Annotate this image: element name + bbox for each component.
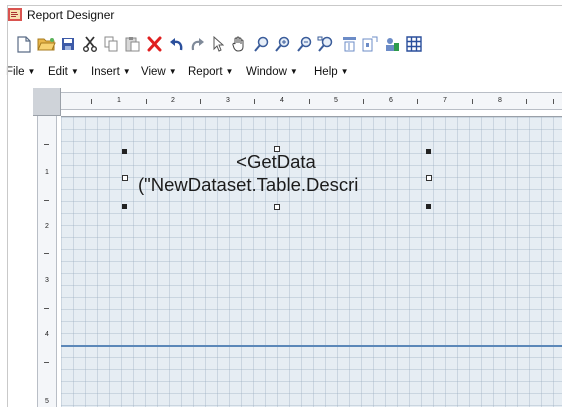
window-title: Report Designer	[27, 8, 115, 22]
ruler-h-label: 2	[171, 97, 175, 104]
resize-handle[interactable]	[274, 204, 280, 210]
redo-button[interactable]	[187, 34, 207, 54]
pan-button[interactable]	[229, 34, 249, 54]
ruler-v-label: 2	[45, 223, 49, 230]
open-button[interactable]	[36, 34, 56, 54]
grid-icon	[406, 36, 422, 52]
menu-insert[interactable]: Insert ▼	[91, 66, 131, 78]
chevron-down-icon: ▼	[70, 67, 79, 76]
zoom-fit-icon	[317, 36, 333, 52]
zoom-in-icon	[274, 36, 289, 52]
menu-window[interactable]: Window ▼	[246, 66, 298, 78]
pointer-button[interactable]	[208, 34, 228, 54]
redo-icon	[191, 38, 204, 51]
ruler-h-label: 7	[443, 97, 447, 104]
new-icon	[17, 35, 31, 53]
size-icon	[362, 36, 378, 52]
pointer-icon	[213, 36, 224, 52]
menu-file-label: File	[6, 66, 25, 78]
ruler-v-label: 5	[45, 398, 49, 405]
vertical-ruler: 1 2 3 4 5	[33, 116, 61, 407]
resize-handle[interactable]	[274, 146, 280, 152]
chevron-down-icon: ▼	[122, 67, 131, 76]
zoom-button[interactable]	[251, 34, 271, 54]
ruler-h-label: 3	[226, 97, 230, 104]
zoom-icon	[253, 36, 268, 52]
size-button[interactable]	[360, 34, 380, 54]
toolbar	[0, 30, 562, 60]
zoom-in-button[interactable]	[272, 34, 292, 54]
align-button[interactable]	[339, 34, 359, 54]
grid-button[interactable]	[404, 34, 424, 54]
open-folder-icon	[36, 38, 56, 51]
copy-button[interactable]	[101, 34, 121, 54]
resize-handle[interactable]	[122, 175, 128, 181]
menu-insert-label: Insert	[91, 66, 120, 78]
zoom-out-button[interactable]	[294, 34, 314, 54]
zoom-fit-button[interactable]	[315, 34, 335, 54]
menu-view-label: View	[141, 66, 166, 78]
menu-help[interactable]: Help ▼	[314, 66, 349, 78]
zoom-out-icon	[296, 36, 311, 52]
report-design-surface: 1 2 3 4 5 6 7 8 1 2 3 4 5 <GetData ("New…	[33, 88, 562, 407]
menu-view[interactable]: View ▼	[141, 66, 177, 78]
ruler-v-label: 1	[45, 169, 49, 176]
ruler-v-label: 3	[45, 277, 49, 284]
resize-handle[interactable]	[426, 149, 431, 154]
menu-window-label: Window	[246, 66, 287, 78]
undo-button[interactable]	[166, 34, 186, 54]
selected-textbox[interactable]: <GetData ("NewDataset.Table.Descri	[122, 146, 432, 210]
cut-button[interactable]	[80, 34, 100, 54]
ruler-v-label: 4	[45, 331, 49, 338]
menu-report-label: Report	[188, 66, 223, 78]
properties-button[interactable]	[382, 34, 402, 54]
menu-help-label: Help	[314, 66, 338, 78]
ruler-h-label: 4	[280, 97, 284, 104]
resize-handle[interactable]	[122, 204, 127, 209]
resize-handle[interactable]	[426, 204, 431, 209]
delete-icon	[147, 36, 161, 52]
app-icon	[8, 8, 22, 21]
properties-icon	[386, 38, 399, 51]
undo-icon	[169, 38, 182, 51]
chevron-down-icon: ▼	[168, 67, 177, 76]
ruler-corner	[33, 88, 61, 116]
chevron-down-icon: ▼	[27, 67, 36, 76]
menu-file[interactable]: File ▼	[6, 66, 35, 78]
pan-hand-icon	[232, 36, 244, 52]
chevron-down-icon: ▼	[225, 67, 234, 76]
save-icon	[62, 38, 74, 50]
horizontal-ruler: 1 2 3 4 5 6 7 8	[61, 88, 562, 116]
resize-handle[interactable]	[426, 175, 432, 181]
report-designer-window: Report Designer File ▼ Edit ▼ Insert ▼ V…	[0, 0, 562, 407]
save-button[interactable]	[58, 34, 78, 54]
ruler-h-label: 5	[334, 97, 338, 104]
menu-edit[interactable]: Edit ▼	[48, 66, 79, 78]
textbox-expression-line1: <GetData	[236, 151, 316, 172]
report-body-canvas[interactable]: <GetData ("NewDataset.Table.Descri	[61, 116, 562, 407]
ruler-h-label: 1	[117, 97, 121, 104]
cut-icon	[83, 36, 97, 52]
resize-handle[interactable]	[122, 149, 127, 154]
ruler-h-label: 8	[498, 97, 502, 104]
ruler-h-label: 6	[389, 97, 393, 104]
delete-button[interactable]	[144, 34, 164, 54]
chevron-down-icon: ▼	[289, 67, 298, 76]
paste-button[interactable]	[122, 34, 142, 54]
new-button[interactable]	[14, 34, 34, 54]
menu-bar: File ▼ Edit ▼ Insert ▼ View ▼ Report ▼ Window…	[0, 62, 562, 82]
paste-icon	[125, 37, 139, 52]
menu-edit-label: Edit	[48, 66, 68, 78]
title-bar: Report Designer	[0, 0, 562, 30]
chevron-down-icon: ▼	[340, 67, 349, 76]
copy-icon	[104, 36, 117, 52]
align-icon	[342, 37, 356, 52]
menu-report[interactable]: Report ▼	[188, 66, 233, 78]
textbox-expression-line2: ("NewDataset.Table.Descri	[138, 174, 359, 195]
band-separator[interactable]	[61, 345, 562, 347]
